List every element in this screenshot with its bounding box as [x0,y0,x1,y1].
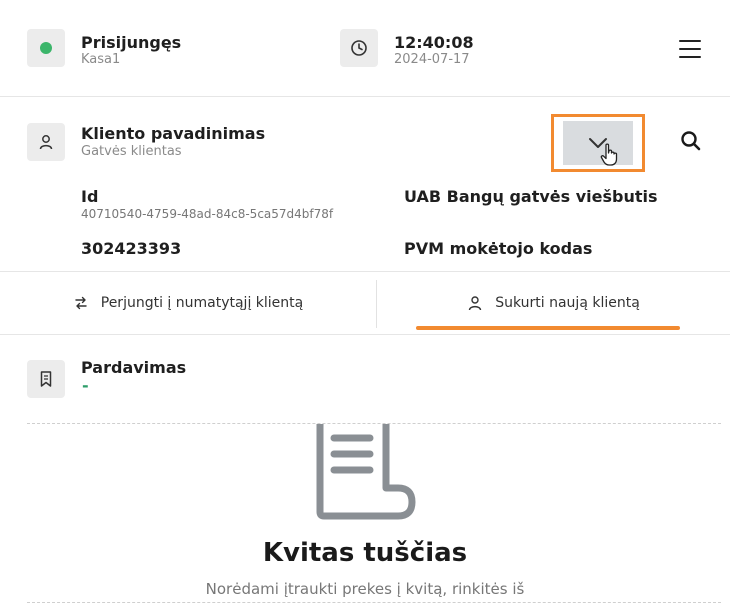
empty-receipt-description: Norėdami įtraukti prekes į kvitą, rinkit… [205,580,525,598]
create-new-client-label: Sukurti naują klientą [495,295,640,311]
empty-receipt-icon [316,424,416,520]
search-icon[interactable] [680,130,702,152]
client-code: 302423393 [81,239,182,258]
switch-default-client-label: Perjungti į numatytąjį klientą [100,295,304,311]
user-icon [469,296,482,311]
expand-client-button[interactable] [563,121,633,166]
switch-default-client-button[interactable]: Perjungti į numatytąjį klientą [0,272,376,334]
status-title: Prisijungęs [81,33,182,52]
register-name: Kasa1 [81,52,121,67]
client-name-value: Gatvės klientas [81,144,182,159]
active-tab-underline [416,326,680,330]
clock-time: 12:40:08 [394,33,474,52]
actions-divider-bottom [0,334,730,335]
status-indicator [27,29,65,67]
create-new-client-button[interactable]: Sukurti naują klientą [377,272,730,334]
clock-date: 2024-07-17 [394,52,470,67]
swap-arrows-icon [75,296,87,310]
client-user-icon [27,123,65,161]
hand-pointer-cursor-icon [600,143,618,166]
client-company-name: UAB Bangų gatvės viešbutis [404,187,658,206]
hamburger-menu-icon[interactable] [679,39,701,59]
header-divider [0,96,730,97]
receipt-bookmark-icon [27,360,65,398]
sale-title: Pardavimas [81,358,187,377]
client-name-label: Kliento pavadinimas [81,124,266,143]
expand-highlight [551,114,645,172]
empty-receipt-title: Kvitas tuščias [262,538,468,568]
client-vat-label: PVM mokėtojo kodas [404,239,593,258]
clock-icon [340,29,378,67]
client-id-value: 40710540-4759-48ad-84c8-5ca57d4bf78f [81,207,334,221]
online-dot-icon [40,42,52,54]
sale-value: - [82,376,89,395]
receipt-bottom-dashed-line [27,602,721,603]
client-id-label: Id [81,187,99,206]
